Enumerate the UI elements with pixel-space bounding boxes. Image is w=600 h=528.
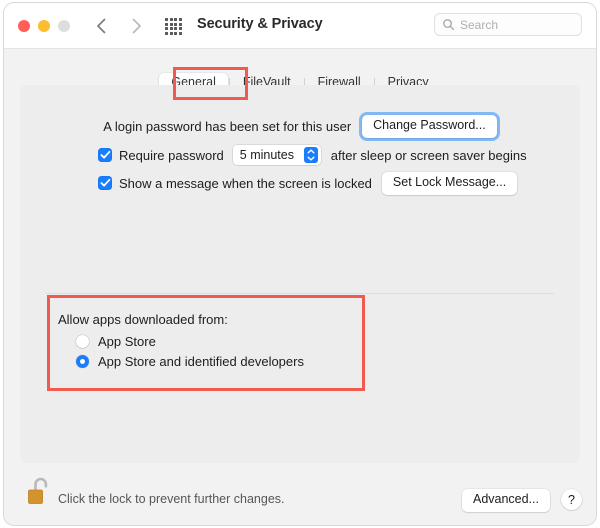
set-lock-message-button[interactable]: Set Lock Message... — [381, 172, 518, 195]
login-password-row: A login password has been set for this u… — [20, 115, 580, 138]
search-icon — [443, 19, 455, 31]
preferences-window: Security & Privacy Search General FileVa… — [4, 3, 596, 525]
close-window-button[interactable] — [18, 20, 30, 32]
forward-button[interactable] — [124, 14, 148, 38]
help-button[interactable]: ? — [561, 489, 582, 510]
unlocked-padlock-icon — [28, 477, 48, 504]
lock-message-row: Show a message when the screen is locked… — [98, 172, 518, 195]
require-password-row: Require password 5 minutes after sleep o… — [98, 145, 527, 165]
search-placeholder: Search — [460, 17, 499, 32]
section-divider — [46, 293, 554, 294]
zoom-window-button[interactable] — [58, 20, 70, 32]
search-field[interactable]: Search — [434, 13, 582, 36]
chevron-up-icon — [307, 149, 315, 154]
allow-apps-option-label: App Store and identified developers — [98, 354, 304, 369]
window-titlebar: Security & Privacy Search — [4, 3, 596, 49]
require-password-checkbox[interactable] — [98, 148, 112, 162]
allow-apps-title: Allow apps downloaded from: — [58, 312, 228, 327]
allow-apps-option-app-store[interactable]: App Store — [76, 334, 156, 349]
traffic-light-group — [18, 20, 70, 32]
checkmark-icon — [100, 179, 110, 187]
chevron-down-icon — [307, 156, 315, 161]
general-settings-panel: A login password has been set for this u… — [20, 85, 580, 463]
allow-apps-option-app-store-and-identified-developers[interactable]: App Store and identified developers — [76, 354, 304, 369]
lock-hint-text: Click the lock to prevent further change… — [58, 492, 285, 506]
show-lock-message-checkbox[interactable] — [98, 176, 112, 191]
radio-button[interactable] — [76, 335, 89, 348]
require-password-interval-value: 5 minutes — [239, 148, 294, 162]
radio-button-selected[interactable] — [76, 355, 89, 368]
require-password-suffix: after sleep or screen saver begins — [330, 147, 527, 163]
back-button[interactable] — [90, 14, 114, 38]
lock-button[interactable] — [24, 475, 54, 509]
change-password-button[interactable]: Change Password... — [362, 115, 497, 138]
require-password-label: Require password — [119, 147, 224, 163]
page-title: Security & Privacy — [197, 16, 323, 32]
interval-stepper[interactable] — [303, 147, 318, 163]
minimize-window-button[interactable] — [38, 20, 50, 32]
show-lock-message-label: Show a message when the screen is locked — [119, 175, 372, 191]
checkmark-icon — [100, 150, 110, 159]
login-password-status: A login password has been set for this u… — [103, 118, 352, 134]
advanced-button[interactable]: Advanced... — [461, 489, 550, 512]
allow-apps-option-label: App Store — [98, 334, 156, 349]
require-password-interval-field[interactable]: 5 minutes — [232, 145, 321, 165]
show-all-grid-icon[interactable] — [165, 18, 182, 35]
